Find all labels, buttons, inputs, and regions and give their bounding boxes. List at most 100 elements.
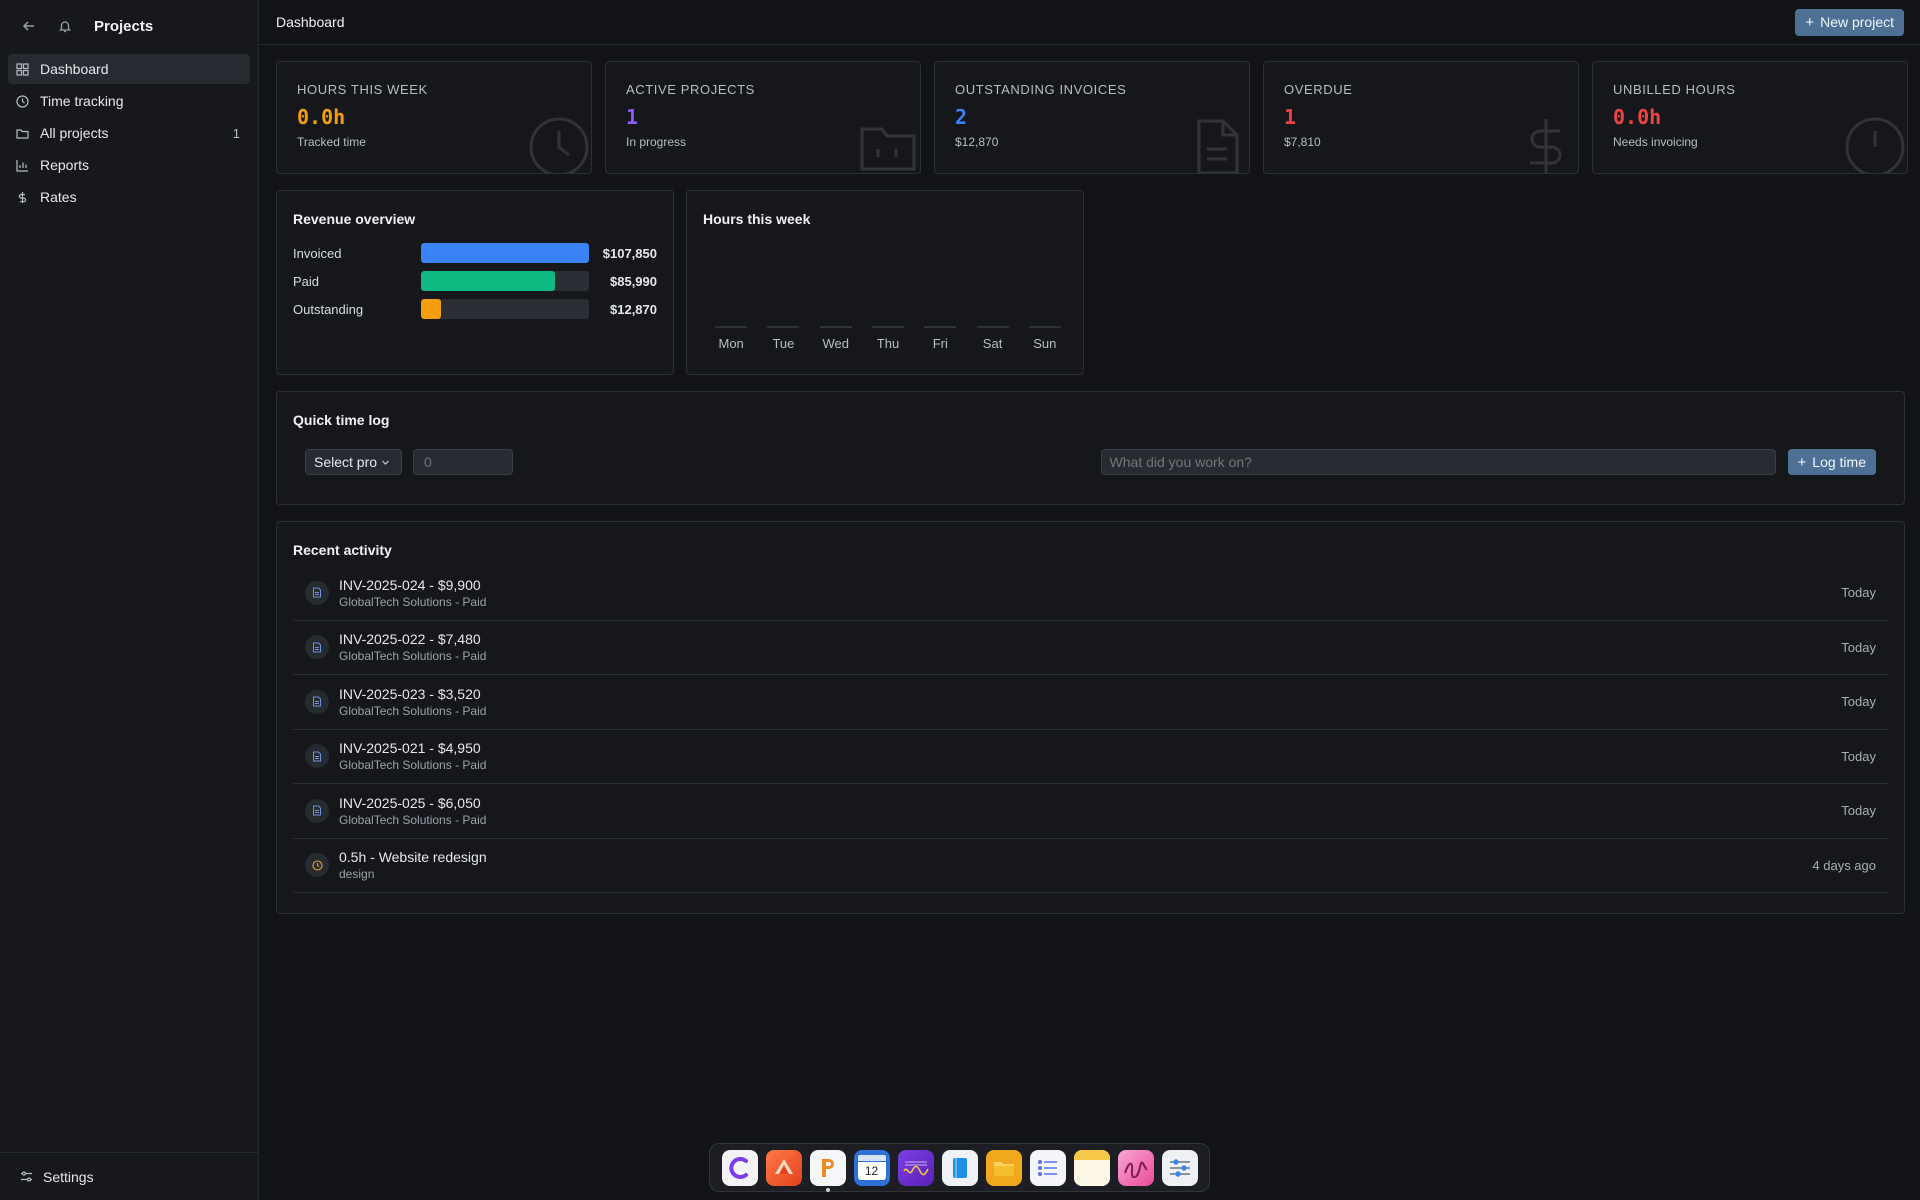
activity-subtitle: GlobalTech Solutions - Paid [339,594,487,609]
document-icon [305,689,329,714]
activity-subtitle: GlobalTech Solutions - Paid [339,649,487,664]
recent-activity-panel: Recent activity INV-2025-024 - $9,900 Gl… [276,521,1905,914]
panel-title: Revenue overview [293,211,416,227]
panel-title: Hours this week [703,211,811,227]
activity-text: INV-2025-021 - $4,950 GlobalTech Solutio… [339,740,1841,772]
stat-card-active-projects: ACTIVE PROJECTS 1 In progress [605,61,921,174]
activity-subtitle: design [339,867,375,882]
new-project-button[interactable]: + New project [1795,8,1904,36]
project-select[interactable]: Select pro [305,449,402,475]
stat-label: UNBILLED HOURS [1613,82,1736,97]
activity-title: INV-2025-021 - $4,950 [339,740,481,757]
sidebar-item-rates[interactable]: Rates [8,182,250,212]
running-indicator [825,1187,830,1192]
clock-icon [1845,117,1905,173]
hours-bar [924,326,957,328]
notifications-button[interactable] [50,11,80,41]
notes-app-icon[interactable] [1073,1149,1110,1186]
files-app-icon[interactable] [985,1149,1022,1186]
revenue-value: $12,870 [610,301,657,317]
hours-bar [819,326,852,328]
activity-title: INV-2025-024 - $9,900 [339,576,481,593]
plus-icon: + [1805,13,1815,31]
pages-app-icon[interactable] [809,1149,846,1192]
list-item[interactable]: 0.5h - Website redesign design 4 days ag… [293,839,1888,893]
revenue-row-invoiced: Invoiced $107,850 [293,239,657,267]
activity-time: 4 days ago [1812,857,1876,873]
scribble-app-icon[interactable] [1117,1149,1154,1186]
sidebar-item-dashboard[interactable]: Dashboard [8,54,250,84]
day-column-fri: Fri [920,326,960,351]
dollar-icon [16,190,30,204]
activity-text: INV-2025-023 - $3,520 GlobalTech Solutio… [339,686,1841,718]
clock-icon [16,94,30,108]
activity-subtitle: GlobalTech Solutions - Paid [339,758,487,773]
sidebar-item-all-projects[interactable]: All projects 1 [8,118,250,148]
activity-title: INV-2025-022 - $7,480 [339,631,481,648]
list-item[interactable]: INV-2025-021 - $4,950 GlobalTech Solutio… [293,730,1888,784]
affinity-app-icon[interactable] [765,1149,802,1186]
page-title: Dashboard [276,14,345,30]
activity-title: INV-2025-025 - $6,050 [339,794,481,811]
new-project-label: New project [1820,14,1894,30]
activity-title: INV-2025-023 - $3,520 [339,685,481,702]
revenue-bar-fill [421,243,589,263]
stat-label: HOURS THIS WEEK [297,82,428,97]
day-label: Thu [876,336,900,351]
plus-icon: + [1797,453,1807,471]
waveform-app-icon[interactable] [897,1149,934,1186]
sidebar-item-label: Dashboard [40,61,109,77]
description-input[interactable] [1100,449,1776,475]
day-label: Sat [982,336,1003,351]
sidebar-item-label: All projects [40,125,109,141]
list-item[interactable]: INV-2025-024 - $9,900 GlobalTech Solutio… [293,566,1888,621]
folder-icon [860,127,916,171]
book-app-icon[interactable] [941,1149,978,1186]
revenue-value: $107,850 [602,245,657,261]
list-app-icon[interactable] [1029,1149,1066,1186]
stat-label: OUTSTANDING INVOICES [955,82,1127,97]
settings-button[interactable]: Settings [0,1152,258,1200]
hours-bar [715,326,748,328]
day-label: Tue [772,336,795,351]
sidebar: Projects Dashboard Time tracking All pro… [0,0,259,1200]
activity-list: INV-2025-024 - $9,900 GlobalTech Solutio… [293,566,1888,893]
stat-label: ACTIVE PROJECTS [626,82,755,97]
revenue-value: $85,990 [610,273,657,289]
activity-title: 0.5h - Website redesign [339,849,487,866]
dollar-icon [1530,119,1562,173]
stat-card-overdue: OVERDUE 1 $7,810 [1263,61,1579,174]
revenue-row-paid: Paid $85,990 [293,267,657,295]
list-item[interactable]: INV-2025-023 - $3,520 GlobalTech Solutio… [293,675,1888,730]
hours-bar [872,326,904,328]
top-bar: Dashboard + New project [260,0,1920,45]
stat-label: OVERDUE [1284,82,1353,97]
sidebar-item-time-tracking[interactable]: Time tracking [8,86,250,116]
revenue-bar-fill [421,271,555,291]
sidebar-item-label: Reports [40,157,90,173]
quick-time-log-panel: Quick time log Select pro + Log time [276,391,1905,505]
calendar-app-icon[interactable]: 12 [853,1149,890,1186]
day-column-thu: Thu [868,326,908,351]
activity-subtitle: GlobalTech Solutions - Paid [339,703,487,718]
list-item[interactable]: INV-2025-022 - $7,480 GlobalTech Solutio… [293,621,1888,675]
project-count-badge: 1 [232,125,240,141]
activity-time: Today [1841,694,1876,710]
hours-bar-chart: Mon Tue Wed Thu Fri Sat Sun [703,241,1067,351]
bell-icon [58,21,72,33]
day-label: Mon [718,336,744,351]
log-time-button[interactable]: + Log time [1787,449,1876,475]
back-button[interactable] [14,11,44,41]
hours-input[interactable] [413,449,513,475]
stat-card-outstanding-invoices: OUTSTANDING INVOICES 2 $12,870 [934,61,1250,174]
list-item[interactable]: INV-2025-025 - $6,050 GlobalTech Solutio… [293,784,1888,839]
day-column-sat: Sat [973,326,1013,351]
revenue-bar-track [421,271,589,291]
c-app-icon[interactable] [721,1149,758,1186]
settings-app-icon[interactable] [1161,1149,1198,1186]
panel-title: Recent activity [293,542,392,558]
stat-card-unbilled-hours: UNBILLED HOURS 0.0h Needs invoicing [1592,61,1908,174]
sidebar-item-reports[interactable]: Reports [8,150,250,180]
document-icon [305,744,329,769]
main-content: Dashboard + New project HOURS THIS WEEK … [260,0,1920,1200]
